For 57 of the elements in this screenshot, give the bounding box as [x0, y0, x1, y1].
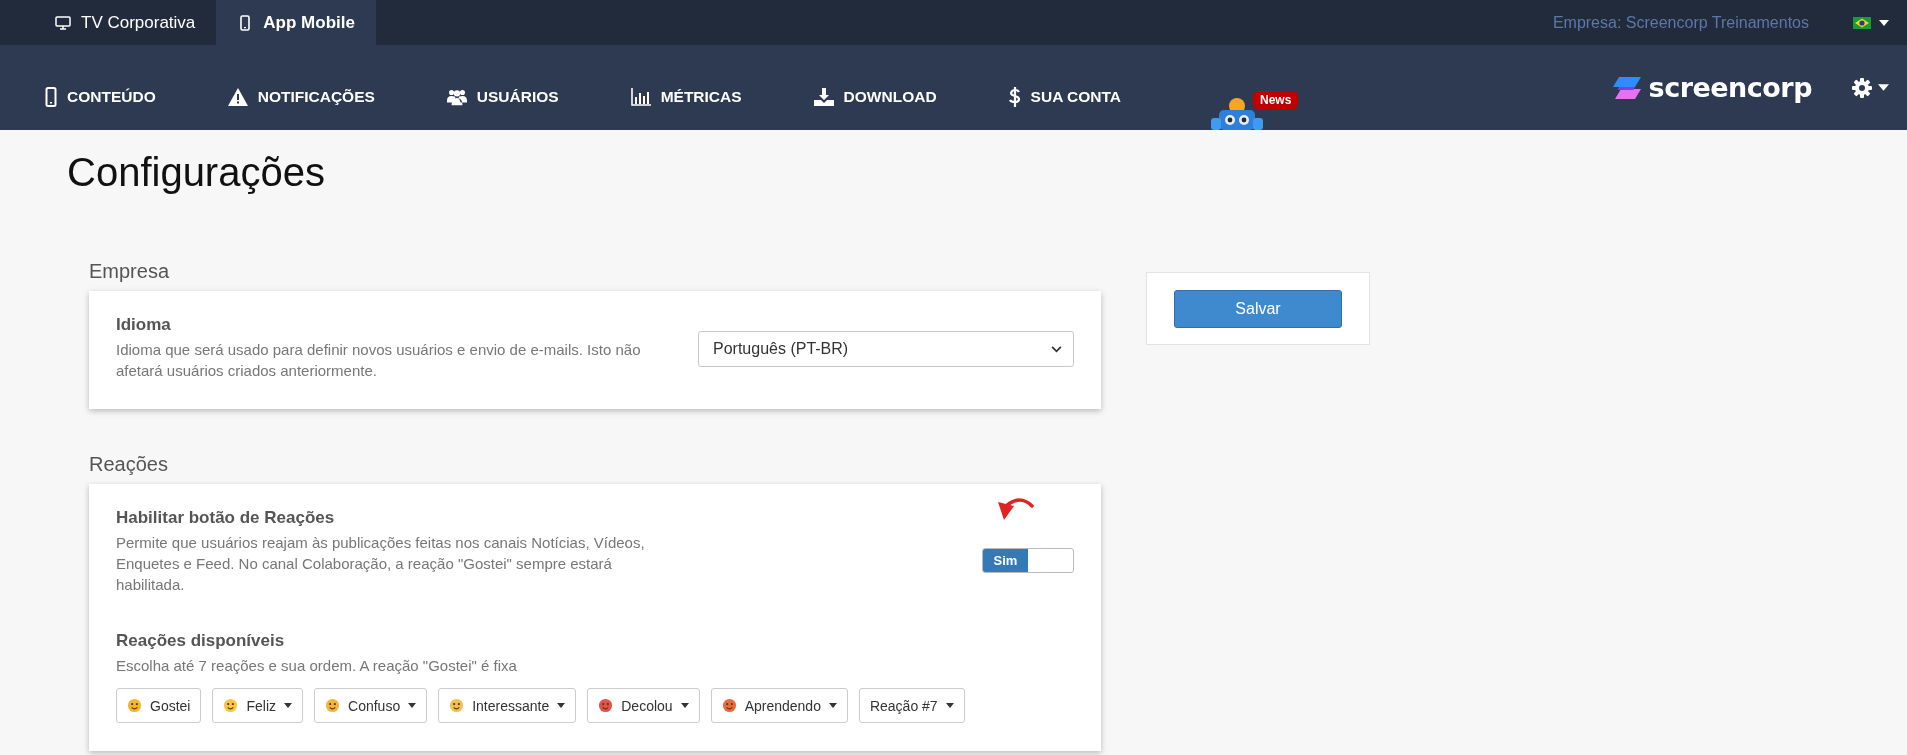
section-title: Empresa — [89, 260, 171, 283]
caret-icon — [1878, 84, 1889, 91]
reaction-dropdown[interactable]: Aprendendo — [710, 688, 848, 723]
emoji-icon — [598, 698, 614, 713]
reaction-dropdown[interactable]: Confuso — [314, 688, 428, 723]
page-title: Configurações — [67, 150, 326, 194]
brazil-flag-icon — [1853, 16, 1871, 29]
platform-tab[interactable]: TV Corporativa — [34, 0, 217, 45]
reaction-dropdown[interactable]: Decolou — [587, 688, 700, 723]
nav-link[interactable]: USUÁRIOS — [446, 87, 559, 106]
setting-label: Reações disponíveis — [116, 631, 286, 651]
caret-icon — [828, 703, 837, 708]
section-title: Reações — [89, 453, 169, 476]
emoji-icon — [127, 698, 142, 713]
warning-icon — [227, 87, 248, 106]
caret-icon — [557, 703, 566, 708]
chevron-down-icon — [1051, 345, 1062, 353]
nav-link[interactable]: CONTEÚDO — [45, 86, 156, 107]
save-button[interactable]: Salvar — [1174, 289, 1342, 328]
caret-icon — [408, 703, 417, 708]
settings-icon — [1852, 77, 1872, 98]
emoji-icon — [325, 698, 341, 713]
caret-icon — [945, 703, 954, 708]
emoji-icon — [449, 698, 465, 713]
users-icon — [446, 87, 467, 106]
setting-label: Idioma — [116, 315, 172, 335]
phone-icon — [45, 86, 57, 107]
dollar-icon — [1008, 86, 1021, 107]
reaction-dropdown[interactable]: Feliz — [212, 688, 304, 723]
setting-description: Permite que usuários reajam às publicações feitas nos canais Notícias, Vídeos, Enquetes e Feed. No canal Colaboração, a reação "Gostei" sempre estará habilitada. — [116, 533, 646, 595]
emoji-icon — [721, 698, 737, 713]
logo-icon — [1610, 74, 1643, 101]
reaction-dropdown[interactable]: Gostei — [116, 688, 202, 723]
logo[interactable]: screencorp — [1610, 72, 1812, 103]
nav-link[interactable]: NOTIFICAÇÕES — [227, 87, 375, 106]
bar-chart-icon — [630, 87, 651, 106]
reaction-dropdown[interactable]: Reação #7 — [858, 688, 965, 723]
language-dropdown[interactable] — [1853, 16, 1889, 29]
reaction-dropdown[interactable]: Interessante — [438, 688, 577, 723]
platform-tab[interactable]: App Mobile — [216, 0, 376, 45]
setting-description: Escolha até 7 reações e sua ordem. A reação "Gostei" é fixa — [116, 656, 518, 676]
setting-description: Idioma que será usado para definir novos usuários e envio de e-mails. Isto não afetará usuários criados anteriormente. — [116, 340, 642, 381]
toggle-switch[interactable]: Sim — [982, 548, 1074, 573]
setting-label: Habilitar botão de Reações — [116, 508, 336, 528]
emoji-icon — [223, 698, 239, 713]
nav-link[interactable]: SUA CONTA — [1008, 86, 1122, 107]
download-icon — [813, 87, 834, 106]
company-name: Empresa: Screencorp Treinamentos — [1552, 13, 1809, 32]
news-badge[interactable]: News — [1253, 91, 1299, 109]
monitor-icon — [55, 14, 71, 31]
caret-icon — [284, 703, 293, 708]
caret-icon — [1879, 19, 1889, 26]
settings-dropdown[interactable] — [1852, 77, 1889, 98]
nav-link[interactable]: DOWNLOAD — [813, 87, 937, 106]
caret-icon — [680, 703, 689, 708]
language-select[interactable]: Português (PT-BR) — [698, 331, 1074, 367]
nav-link[interactable]: MÉTRICAS — [630, 87, 742, 106]
